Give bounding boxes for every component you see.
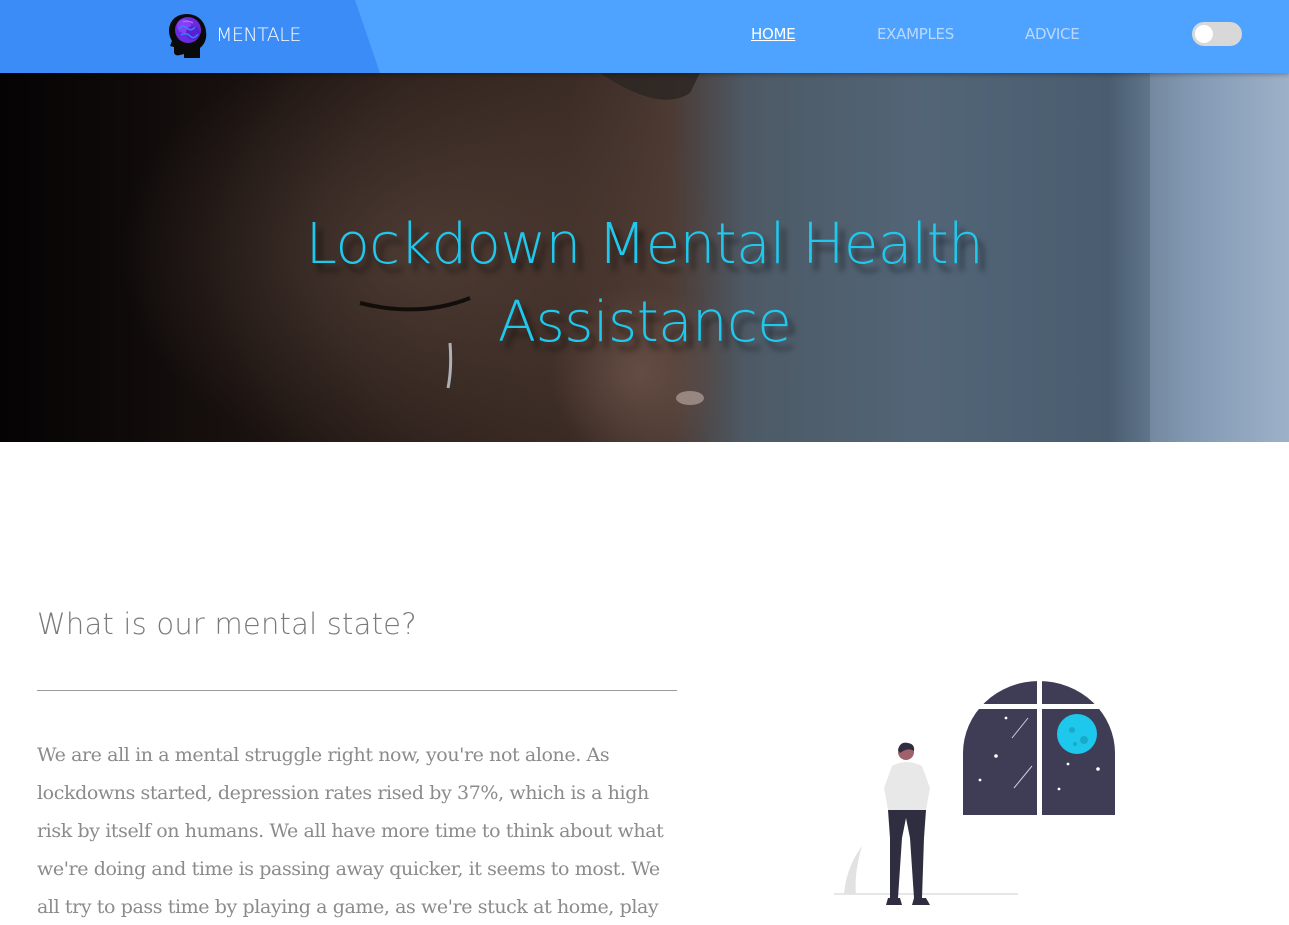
section-divider	[37, 690, 677, 691]
person-at-night-window-illustration	[834, 680, 1115, 905]
navbar: MENTALE HOME EXAMPLES ADVICE	[0, 0, 1289, 73]
toggle-knob	[1195, 25, 1213, 43]
nav-link-home[interactable]: HOME	[751, 25, 796, 43]
section-heading: What is our mental state?	[37, 607, 417, 641]
hero-title: Lockdown Mental Health Assistance	[0, 206, 1289, 362]
hero-title-line-2: Assistance	[497, 290, 792, 355]
nav-link-examples[interactable]: EXAMPLES	[877, 25, 954, 43]
intro-paragraph: We are all in a mental struggle right no…	[37, 744, 664, 918]
brand-home-link[interactable]: MENTALE	[166, 12, 301, 58]
brand-name: MENTALE	[216, 24, 301, 46]
head-brain-icon	[169, 14, 207, 58]
nav-link-advice[interactable]: ADVICE	[1025, 25, 1080, 43]
hero-banner: Lockdown Mental Health Assistance	[0, 73, 1289, 442]
theme-toggle[interactable]	[1192, 22, 1242, 46]
hero-title-line-1: Lockdown Mental Health	[305, 212, 984, 277]
